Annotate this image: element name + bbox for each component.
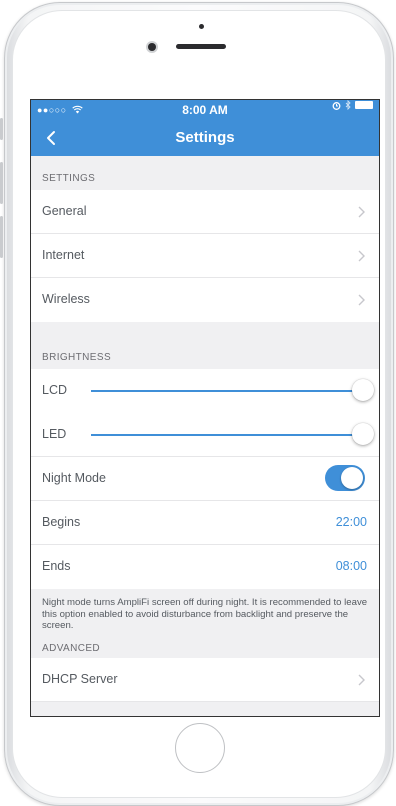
row-label: Internet: [42, 248, 85, 262]
row-label: DHCP Server: [42, 671, 118, 686]
lcd-slider-thumb[interactable]: [352, 379, 374, 401]
section-header-settings: SETTINGS: [31, 156, 379, 190]
volume-down-button: [0, 216, 3, 258]
front-camera: [148, 43, 156, 51]
home-button[interactable]: [175, 723, 225, 773]
lcd-slider-row: LCD: [31, 369, 379, 413]
begins-row[interactable]: Begins 22:00: [31, 501, 379, 545]
led-label: LED: [42, 427, 67, 441]
navigation-bar: Settings: [31, 120, 379, 156]
page-title: Settings: [175, 129, 235, 146]
section-header-label: BRIGHTNESS: [42, 352, 112, 363]
section-header-brightness: BRIGHTNESS: [31, 322, 379, 369]
settings-row-internet[interactable]: Internet: [31, 234, 379, 278]
led-slider-thumb[interactable]: [352, 423, 374, 445]
volume-up-button: [0, 162, 3, 204]
toggle-knob: [341, 467, 363, 489]
chevron-right-icon: [358, 250, 365, 262]
ends-time: 08:00: [335, 559, 367, 573]
bluetooth-icon: [345, 100, 351, 110]
earpiece-speaker: [176, 44, 226, 49]
lcd-label: LCD: [42, 383, 68, 397]
chevron-right-icon: [358, 294, 365, 306]
ends-row[interactable]: Ends 08:00: [31, 545, 379, 589]
proximity-sensor: [199, 24, 204, 29]
alarm-icon: [332, 101, 341, 110]
status-icons: [332, 100, 373, 110]
row-label: Wireless: [42, 292, 90, 306]
led-slider-row: LED: [31, 413, 379, 457]
app-screen: ●●○○○ 8:00 AM Settings SETTINGS General …: [30, 99, 380, 717]
night-mode-label: Night Mode: [42, 471, 106, 485]
section-header-label: SETTINGS: [42, 173, 96, 184]
section-header-label: ADVANCED: [42, 642, 101, 654]
battery-icon: [355, 101, 373, 109]
begins-time: 22:00: [335, 515, 367, 529]
row-label: General: [42, 204, 87, 218]
section-header-advanced: ADVANCED: [31, 635, 379, 658]
status-time: 8:00 AM: [182, 103, 228, 117]
night-mode-toggle[interactable]: [325, 465, 365, 491]
mute-switch: [0, 118, 3, 140]
settings-row-wireless[interactable]: Wireless: [31, 278, 379, 322]
settings-row-general[interactable]: General: [31, 190, 379, 234]
night-mode-row: Night Mode: [31, 457, 379, 501]
led-slider-track[interactable]: [91, 434, 361, 436]
chevron-right-icon: [358, 206, 365, 218]
advanced-row-dhcp-server[interactable]: DHCP Server: [31, 657, 379, 702]
begins-label: Begins: [42, 515, 81, 529]
status-bar: ●●○○○ 8:00 AM: [31, 100, 379, 120]
chevron-right-icon: [358, 674, 365, 685]
lcd-slider-track[interactable]: [91, 390, 361, 392]
ends-label: Ends: [42, 559, 71, 573]
night-mode-note: Night mode turns AmpliFi screen off duri…: [31, 589, 379, 636]
